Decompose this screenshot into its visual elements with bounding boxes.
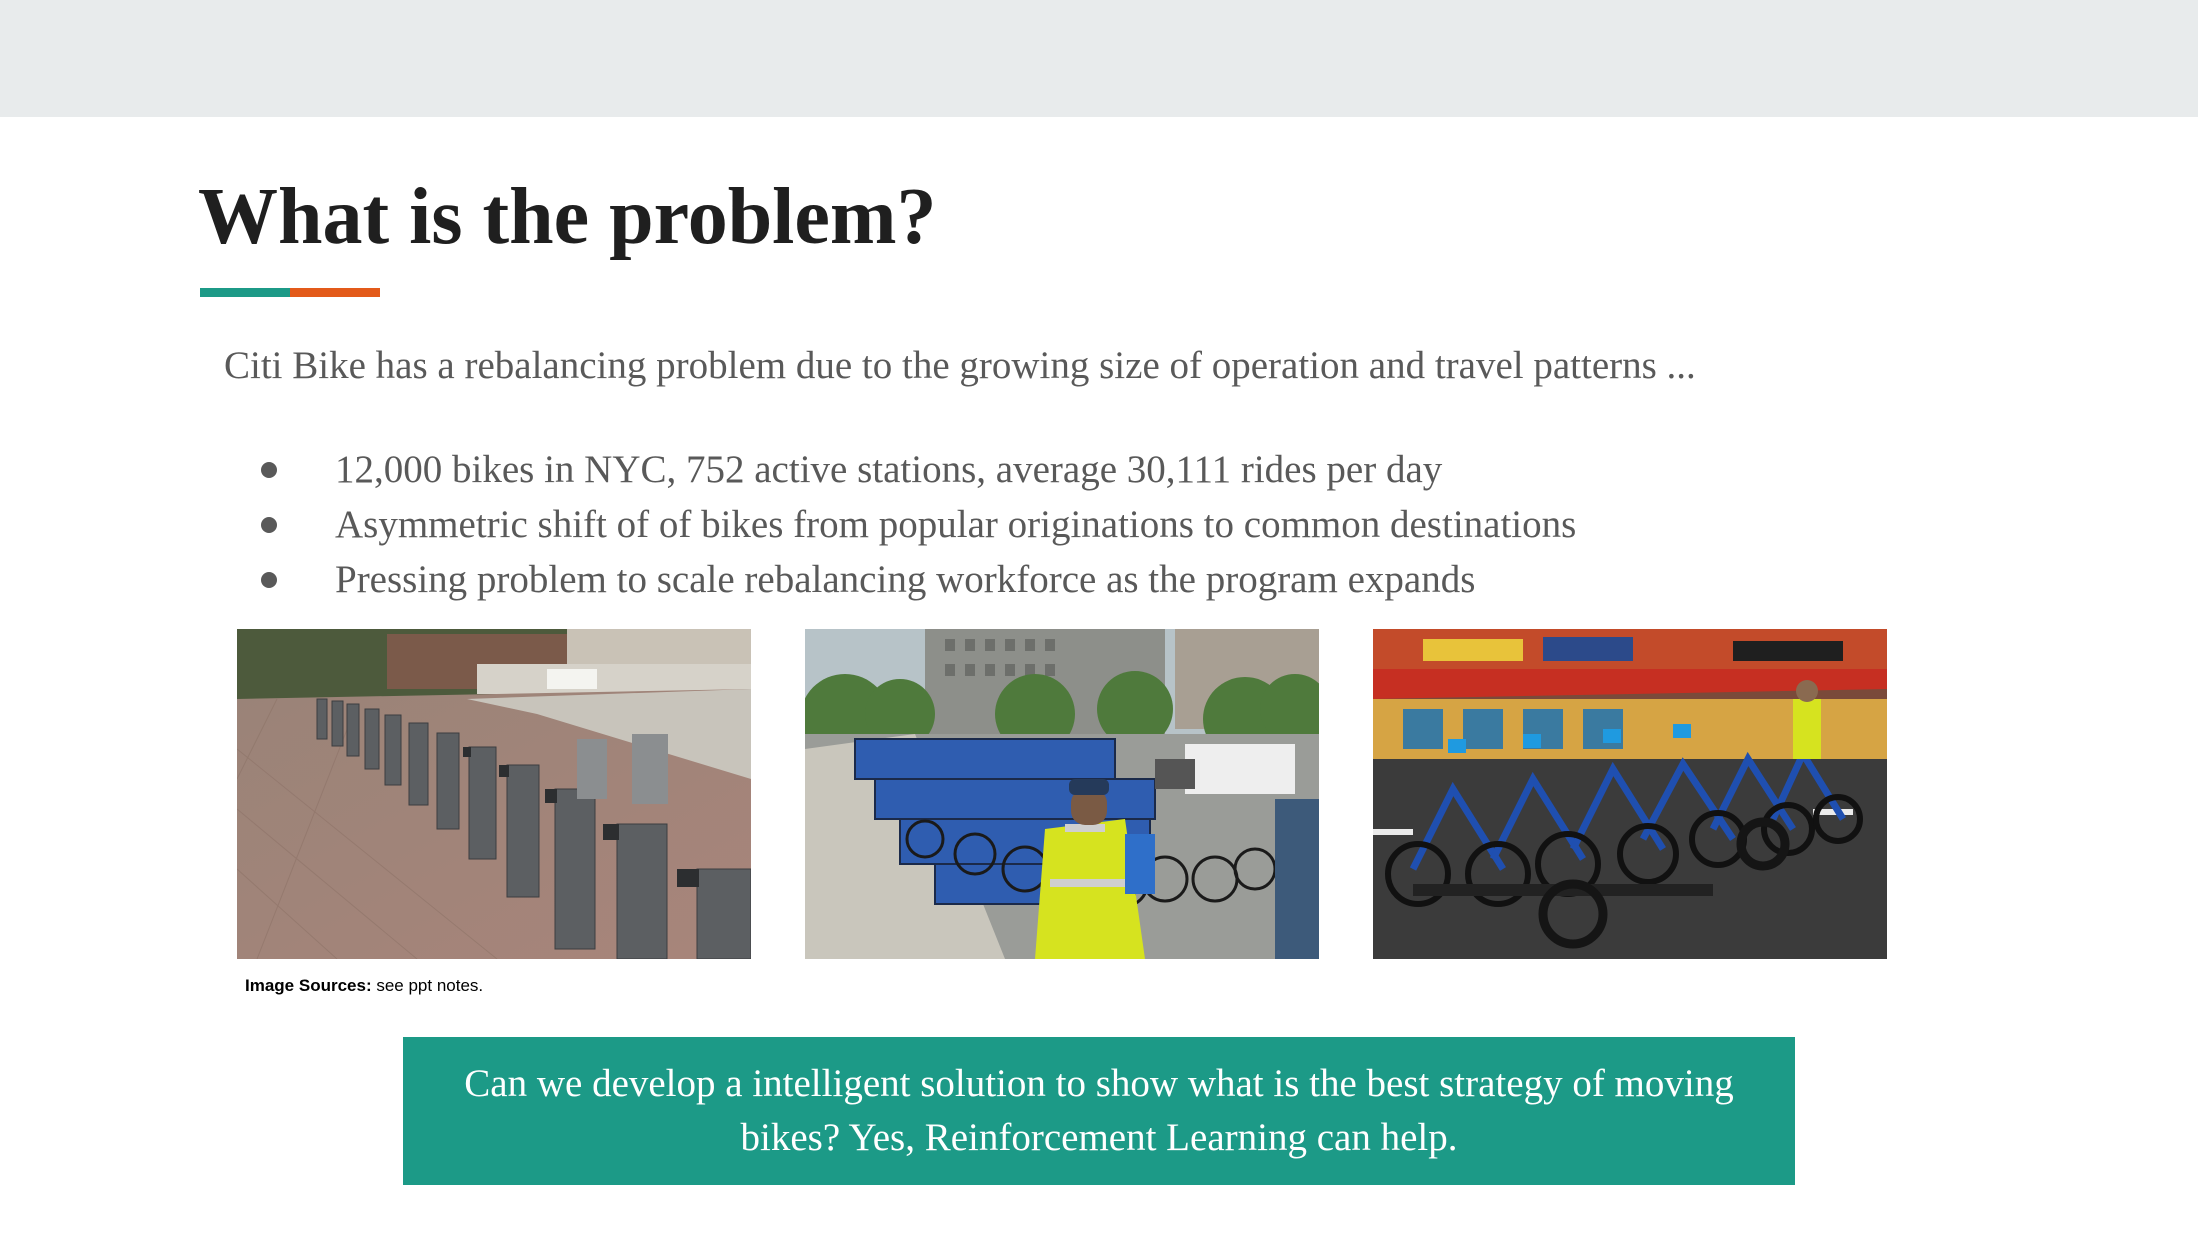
- bullet-text: 12,000 bikes in NYC, 752 active stations…: [335, 448, 1443, 491]
- callout-box: Can we develop a intelligent solution to…: [403, 1037, 1795, 1185]
- bullet-text: Asymmetric shift of of bikes from popula…: [335, 503, 1577, 546]
- photo-rebalancing-trailer: [1373, 629, 1887, 959]
- bullet-dot-icon: [261, 462, 277, 478]
- image-sources-label: Image Sources:: [245, 976, 372, 995]
- callout-text: Can we develop a intelligent solution to…: [464, 1062, 1734, 1159]
- bullet-dot-icon: [261, 517, 277, 533]
- bullet-dot-icon: [261, 572, 277, 588]
- image-sources-note: Image Sources: see ppt notes.: [245, 975, 483, 997]
- accent-segment-teal: [200, 288, 290, 297]
- accent-segment-orange: [290, 288, 380, 297]
- slide: What is the problem? Citi Bike has a reb…: [0, 0, 2198, 1236]
- title-accent-bar: [200, 288, 380, 297]
- bullet-text: Pressing problem to scale rebalancing wo…: [335, 558, 1476, 601]
- top-band: [0, 0, 2198, 117]
- photo-empty-docks: [237, 629, 751, 959]
- image-sources-text: see ppt notes.: [371, 976, 484, 995]
- intro-text: Citi Bike has a rebalancing problem due …: [224, 344, 1696, 387]
- slide-title: What is the problem?: [198, 173, 937, 261]
- photo-docked-bikes-worker: [805, 629, 1319, 959]
